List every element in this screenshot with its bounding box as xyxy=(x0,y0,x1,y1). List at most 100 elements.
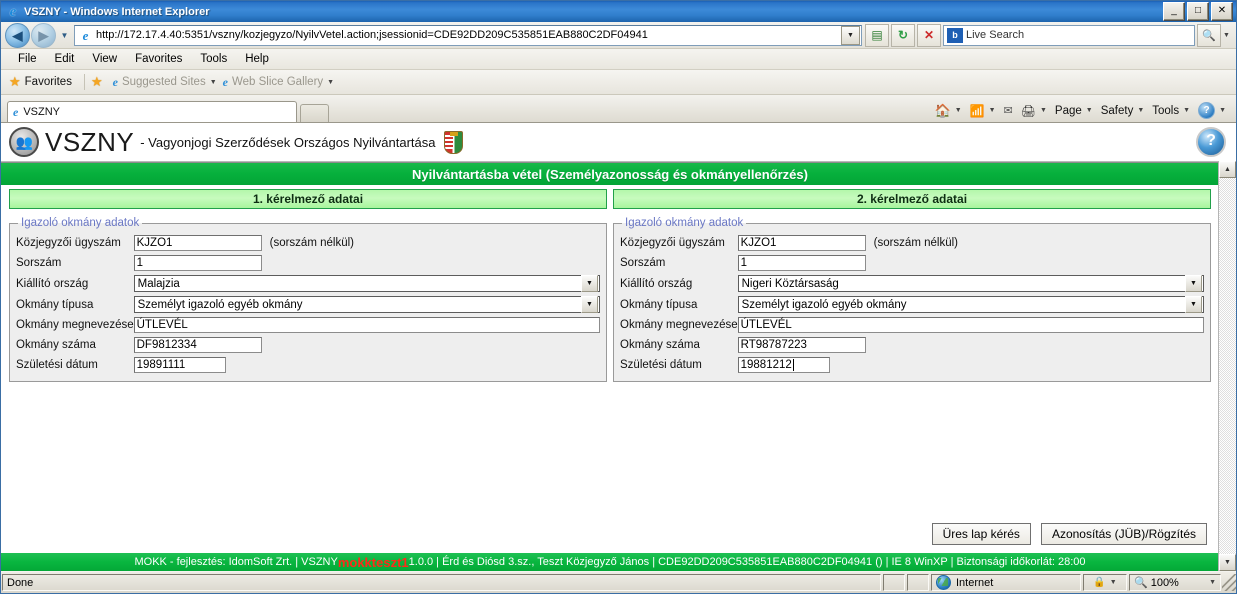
favorites-bar: ★ Favorites ★ e Suggested Sites ▼ e Web … xyxy=(1,70,1236,95)
input-okmany-szama[interactable]: DF9812334 xyxy=(133,337,262,353)
page-favicon-icon: e xyxy=(82,27,89,43)
close-button[interactable]: ✕ xyxy=(1211,2,1233,21)
input-kozjegyzoi-ugyszam[interactable]: KJZO1 xyxy=(737,235,866,251)
status-text: Done xyxy=(2,574,881,591)
panel-applicant-2: Igazoló okmány adatok Közjegyzői ügyszám… xyxy=(613,217,1211,382)
chevron-down-icon[interactable]: ▼ xyxy=(1185,296,1202,313)
maximize-button[interactable]: □ xyxy=(1187,2,1209,21)
help-menu-button[interactable]: ? ▼ xyxy=(1194,102,1230,119)
scroll-up-button[interactable]: ▲ xyxy=(1219,161,1236,178)
label-okmany-megnevezese: Okmány megnevezése xyxy=(620,319,738,331)
address-bar: ◀ ▶ ▼ e http://172.17.4.40:5351/vszny/ko… xyxy=(1,22,1236,49)
stop-icon[interactable]: ✕ xyxy=(917,23,941,47)
field-row-okmany-tipusa: Okmány típusa Személyt igazoló egyéb okm… xyxy=(16,294,600,315)
resize-grip[interactable] xyxy=(1222,574,1236,591)
browser-tab-vszny[interactable]: e VSZNY xyxy=(7,101,297,122)
chevron-down-icon[interactable]: ▼ xyxy=(1185,275,1202,292)
hint-sorszam-nelkul: (sorszám nélkül) xyxy=(269,237,354,249)
new-tab-button[interactable] xyxy=(300,104,329,122)
browser-window: e VSZNY - Windows Internet Explorer _ □ … xyxy=(0,0,1237,594)
select-kiallito-orszag[interactable]: Malajzia ▼ xyxy=(133,275,600,292)
tab-favicon-icon: e xyxy=(13,104,19,119)
select-okmany-tipusa[interactable]: Személyt igazoló egyéb okmány ▼ xyxy=(133,296,600,313)
search-input[interactable]: b Live Search xyxy=(943,24,1195,46)
input-szuletesi-datum-focused[interactable]: 19881212 xyxy=(737,357,830,373)
input-szuletesi-datum[interactable]: 19891111 xyxy=(133,357,226,373)
chevron-down-icon[interactable]: ▼ xyxy=(581,275,598,292)
footer-text-part2: 1.0.0 | Érd és Diósd 3.sz., Teszt Közjeg… xyxy=(408,556,1086,568)
tab-applicant-2[interactable]: 2. kérelmező adatai xyxy=(613,189,1211,209)
input-okmany-megnevezese[interactable]: ÚTLEVÉL xyxy=(737,317,1204,333)
menu-item-view[interactable]: View xyxy=(83,52,126,66)
read-mail-button[interactable]: ✉ xyxy=(1000,104,1017,117)
application-footer: MOKK - fejlesztés: IdomSoft Zrt. | VSZNY… xyxy=(1,553,1219,571)
app-help-icon[interactable]: ? xyxy=(1196,127,1226,157)
footer-environment-badge: mokkteszt1 xyxy=(337,554,409,570)
page-menu-button[interactable]: Page ▼ xyxy=(1051,105,1097,117)
favorites-center-button[interactable]: ★ Favorites xyxy=(9,74,72,90)
search-go-icon[interactable]: 🔍 xyxy=(1197,23,1221,47)
label-okmany-tipusa: Okmány típusa xyxy=(620,298,698,311)
minimize-button[interactable]: _ xyxy=(1163,2,1185,21)
compatibility-view-icon[interactable]: ▤ xyxy=(865,23,889,47)
feeds-button[interactable]: 📶 ▼ xyxy=(966,104,1000,118)
brand-title: VSZNY xyxy=(45,126,135,157)
field-row-kiallito-orszag: Kiállító ország Malajzia ▼ xyxy=(16,273,600,294)
label-okmany-megnevezese: Okmány megnevezése xyxy=(16,319,134,331)
blank-page-request-button[interactable]: Üres lap kérés xyxy=(931,523,1031,545)
application-header: 👥 VSZNY - Vagyonjogi Szerződések Országo… xyxy=(1,123,1236,162)
page-menu-label: Page xyxy=(1054,104,1082,117)
input-sorszam[interactable]: 1 xyxy=(737,255,866,271)
chevron-down-icon[interactable]: ▼ xyxy=(581,296,598,313)
back-button[interactable]: ◀ xyxy=(5,22,30,48)
label-kiallito-orszag: Kiállító ország xyxy=(16,277,89,290)
suggested-sites-button[interactable]: e Suggested Sites ▼ xyxy=(113,75,217,90)
menu-item-tools[interactable]: Tools xyxy=(191,52,236,66)
command-bar: 🏠 ▼ 📶 ▼ ✉ 🖨 ▼ Page ▼ Safety ▼ Tools ▼ ? … xyxy=(931,102,1236,122)
divider xyxy=(83,74,85,90)
input-okmany-szama[interactable]: RT98787223 xyxy=(737,337,866,353)
menu-item-favorites[interactable]: Favorites xyxy=(126,52,191,66)
star-icon: ★ xyxy=(9,74,21,89)
tools-menu-label: Tools xyxy=(1152,104,1180,117)
favorites-label: Favorites xyxy=(24,76,72,88)
identify-register-button[interactable]: Azonosítás (JÜB)/Rögzítés xyxy=(1040,523,1207,545)
page-scrollbar[interactable]: ▲ ▼ xyxy=(1218,161,1236,571)
field-row-kozjegyzoi-ugyszam: Közjegyzői ügyszám KJZO1 (sorszám nélkül… xyxy=(16,233,600,253)
tab-strip: e VSZNY xyxy=(7,101,931,122)
select-kiallito-orszag-value: Nigeri Köztársaság xyxy=(741,277,839,290)
forward-button[interactable]: ▶ xyxy=(31,22,56,48)
input-okmany-megnevezese[interactable]: ÚTLEVÉL xyxy=(133,317,600,333)
url-text: http://172.17.4.40:5351/vszny/kozjegyzo/… xyxy=(96,29,648,41)
select-okmany-tipusa[interactable]: Személyt igazoló egyéb okmány ▼ xyxy=(737,296,1204,313)
menu-item-help[interactable]: Help xyxy=(236,52,278,66)
label-sorszam: Sorszám xyxy=(620,257,666,269)
safety-menu-button[interactable]: Safety ▼ xyxy=(1097,105,1149,117)
print-button[interactable]: 🖨 ▼ xyxy=(1017,104,1051,118)
field-row-szuletesi-datum: Születési dátum 19881212 xyxy=(620,355,1204,375)
help-question-icon: ? xyxy=(1198,102,1216,119)
web-slice-gallery-button[interactable]: e Web Slice Gallery ▼ xyxy=(223,75,334,90)
scroll-down-button[interactable]: ▼ xyxy=(1219,554,1236,571)
tab-applicant-1[interactable]: 1. kérelmező adatai xyxy=(9,189,607,209)
url-dropdown-button[interactable]: ▼ xyxy=(841,25,860,45)
security-zone[interactable]: Internet xyxy=(931,574,1081,591)
select-kiallito-orszag[interactable]: Nigeri Köztársaság ▼ xyxy=(737,275,1204,292)
home-button[interactable]: 🏠 ▼ xyxy=(931,103,966,119)
tools-menu-button[interactable]: Tools ▼ xyxy=(1148,105,1194,117)
search-provider-chevron-down-icon[interactable]: ▼ xyxy=(1221,25,1232,46)
recent-pages-chevron-down-icon[interactable]: ▼ xyxy=(58,25,71,45)
internet-explorer-icon: e xyxy=(222,74,228,89)
refresh-icon[interactable]: ↻ xyxy=(891,23,915,47)
add-to-favorites-bar-button[interactable]: ★ xyxy=(91,74,107,90)
menu-item-file[interactable]: File xyxy=(9,52,46,66)
menu-item-edit[interactable]: Edit xyxy=(46,52,84,66)
url-input[interactable]: e http://172.17.4.40:5351/vszny/kozjegyz… xyxy=(74,24,862,46)
input-kozjegyzoi-ugyszam[interactable]: KJZO1 xyxy=(133,235,262,251)
protected-mode-indicator[interactable]: 🔒 ▼ xyxy=(1083,574,1127,591)
zoom-control[interactable]: 🔍 100% ▼ xyxy=(1129,574,1221,591)
internet-explorer-icon: e xyxy=(9,3,17,20)
rss-feed-icon: 📶 xyxy=(969,103,985,118)
input-sorszam[interactable]: 1 xyxy=(133,255,262,271)
window-controls: _ □ ✕ xyxy=(1163,2,1234,21)
